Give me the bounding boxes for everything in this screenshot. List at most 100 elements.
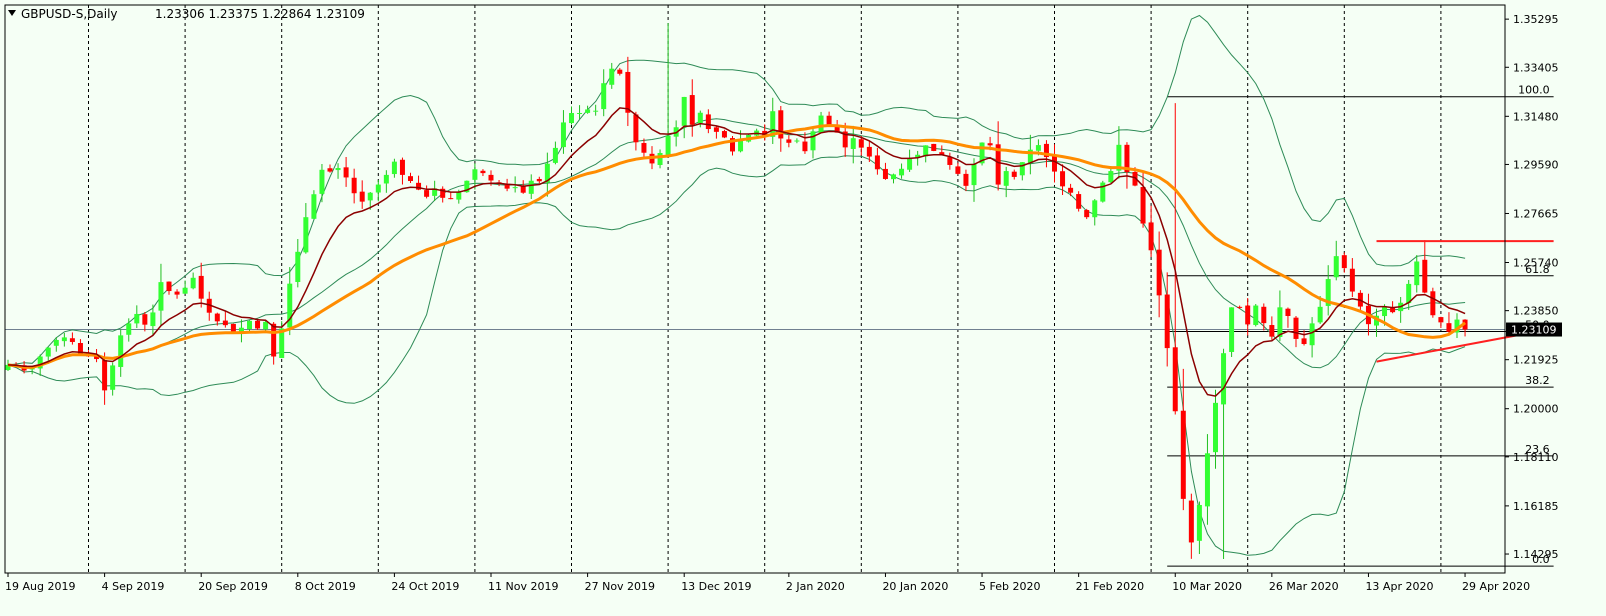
candle-body <box>1068 187 1074 193</box>
candle-body <box>609 68 615 85</box>
fib-level-label: 100.0 <box>1518 84 1550 97</box>
x-tick-label: 20 Sep 2019 <box>198 580 268 593</box>
x-tick-label: 19 Aug 2019 <box>5 580 75 593</box>
candle-body <box>230 323 236 333</box>
candle-body <box>1237 306 1243 308</box>
candle-body <box>1019 162 1025 176</box>
candle-body <box>399 159 405 175</box>
candle-body <box>1221 353 1227 405</box>
candle-body <box>641 143 647 153</box>
chart-background <box>0 0 1606 612</box>
candle-body <box>408 176 413 182</box>
candle-body <box>947 157 953 165</box>
candle-body <box>1414 261 1420 286</box>
candle-body <box>802 141 808 152</box>
candle-body <box>657 152 663 165</box>
candle-body <box>577 112 583 114</box>
x-tick-label: 29 Apr 2020 <box>1462 580 1530 593</box>
x-tick-label: 26 Mar 2020 <box>1269 580 1339 593</box>
current-price-value: 1.23109 <box>1511 324 1557 337</box>
candle-body <box>1253 305 1259 325</box>
candle-body <box>190 277 196 289</box>
candle-body <box>552 147 558 163</box>
candle-body <box>569 112 574 124</box>
candle-body <box>1422 259 1428 293</box>
candle-body <box>1164 294 1170 349</box>
candle-body <box>383 174 389 184</box>
candle-body <box>1317 306 1323 323</box>
y-tick-label: 1.21925 <box>1513 354 1559 367</box>
candle-body <box>528 180 534 194</box>
y-tick-label: 1.33405 <box>1513 61 1559 74</box>
candle-body <box>1156 249 1162 296</box>
candle-body <box>351 177 357 194</box>
candle-body <box>1180 410 1186 499</box>
candle-body <box>367 192 373 201</box>
candle-body <box>263 321 269 330</box>
candle-body <box>1446 323 1452 332</box>
candle-body <box>1076 194 1082 209</box>
candle-body <box>601 83 607 110</box>
candle-body <box>424 190 430 197</box>
candle-body <box>1196 504 1202 541</box>
candle-body <box>963 173 969 186</box>
candle-body <box>1438 317 1444 323</box>
candle-body <box>818 115 824 133</box>
candle-body <box>585 109 591 113</box>
candle-body <box>391 161 397 175</box>
candle-body <box>1261 306 1267 324</box>
candle-body <box>987 143 993 146</box>
fib-level-label: 38.2 <box>1525 374 1550 387</box>
candle-body <box>810 131 816 151</box>
y-tick-label: 1.23850 <box>1513 305 1559 318</box>
candle-body <box>303 217 309 253</box>
candle-body <box>786 139 792 143</box>
candle-body <box>158 282 164 311</box>
candle-body <box>931 143 937 151</box>
candle-body <box>899 168 905 176</box>
candle-body <box>1382 306 1388 317</box>
candle-body <box>198 275 204 299</box>
candle-body <box>907 158 913 170</box>
candle-body <box>1333 256 1339 278</box>
y-tick-label: 1.14295 <box>1513 548 1559 561</box>
candle-body <box>536 178 542 182</box>
candle-body <box>319 169 325 194</box>
candle-body <box>1285 308 1291 316</box>
candle-body <box>335 168 341 171</box>
y-tick-label: 1.25740 <box>1513 257 1559 270</box>
candle-body <box>971 163 977 186</box>
candle-body <box>448 198 454 200</box>
candle-body <box>174 291 180 295</box>
candle-body <box>593 110 599 112</box>
price-chart[interactable]: 100.061.850.038.223.60.0 1.352951.334051… <box>0 0 1606 612</box>
candle-body <box>488 174 494 181</box>
candle-body <box>255 320 261 329</box>
candle-body <box>1269 325 1275 337</box>
candle-body <box>633 114 639 143</box>
x-tick-label: 5 Feb 2020 <box>979 580 1040 593</box>
candle-body <box>1172 347 1178 412</box>
candle-body <box>705 114 711 130</box>
candle-body <box>713 127 719 132</box>
candle-body <box>247 320 252 330</box>
candle-body <box>1204 453 1210 507</box>
candle-body <box>1148 222 1154 251</box>
chart-canvas[interactable]: 100.061.850.038.223.60.0 1.352951.334051… <box>0 0 1606 612</box>
x-tick-label: 2 Jan 2020 <box>786 580 845 593</box>
candle-body <box>359 191 365 202</box>
candle-body <box>689 95 695 125</box>
y-tick-label: 1.16185 <box>1513 500 1559 513</box>
candle-body <box>343 167 349 178</box>
y-tick-label: 1.29590 <box>1513 158 1559 171</box>
candle-body <box>472 169 478 180</box>
candle-body <box>874 155 880 170</box>
y-tick-label: 1.18110 <box>1513 451 1559 464</box>
x-tick-label: 13 Apr 2020 <box>1365 580 1433 593</box>
ohlc-values: 1.23306 1.23375 1.22864 1.23109 <box>155 7 365 21</box>
candle-body <box>69 338 75 342</box>
x-tick-label: 24 Oct 2019 <box>391 580 459 593</box>
candle-body <box>1140 187 1146 224</box>
y-tick-label: 1.31480 <box>1513 110 1559 123</box>
candle-body <box>1213 402 1218 453</box>
